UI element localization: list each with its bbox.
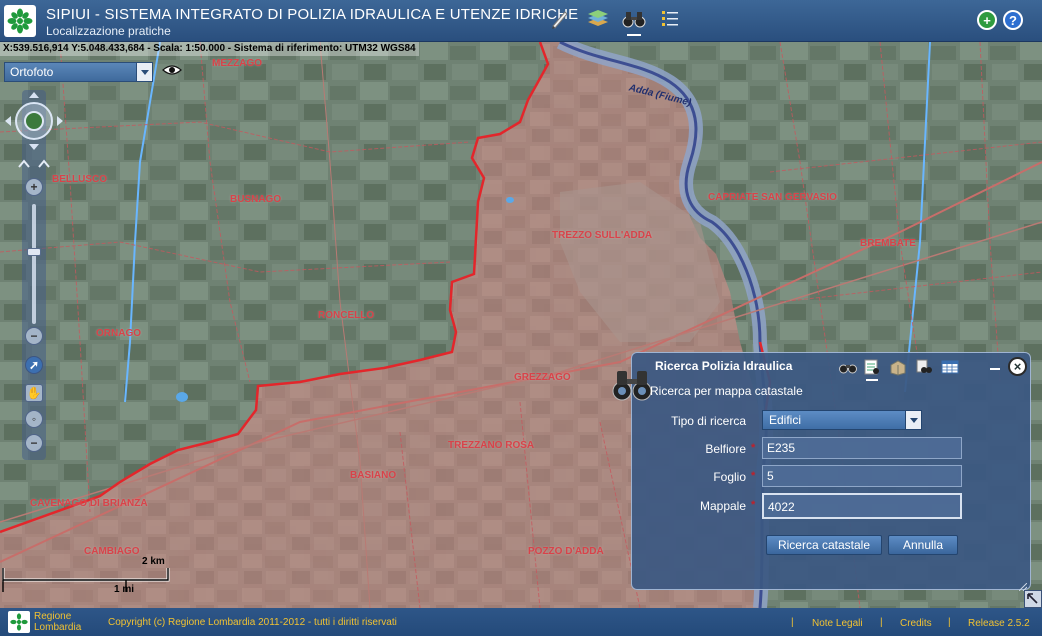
place-label: GREZZAGO [514, 372, 571, 383]
place-label: RONCELLO [318, 310, 375, 321]
zoom-in-icon[interactable]: + [25, 178, 43, 196]
panel-title: Ricerca Polizia Idraulica [655, 359, 793, 373]
zoom-box-icon[interactable]: ◦ [25, 410, 43, 428]
list-icon[interactable] [656, 5, 684, 33]
required-marker: * [751, 442, 756, 454]
mappale-field[interactable]: 4022 [762, 493, 962, 519]
footer-logo-text: Regione Lombardia [34, 611, 81, 633]
base-layer-select[interactable]: Ortofoto [4, 62, 153, 82]
tipo-ricerca-value: Edifici [769, 413, 802, 427]
navigate-arrow-icon[interactable]: ➚ [25, 356, 43, 374]
scale-label-mi: 1 mi [114, 584, 135, 595]
base-layer-value: Ortofoto [10, 65, 54, 79]
table-icon[interactable] [940, 357, 960, 377]
place-label: TREZZO SULL'ADDA [552, 230, 653, 241]
app-subtitle: Localizzazione pratiche [46, 24, 171, 38]
zoom-slider-thumb[interactable] [27, 248, 41, 256]
zoom-up-icon[interactable] [16, 156, 52, 168]
footer-separator: | [880, 617, 883, 628]
help-icon[interactable]: ? [1003, 10, 1023, 30]
scale-label-km: 2 km [142, 556, 165, 567]
required-marker: * [751, 499, 756, 511]
scale-bar: 2 km 1 mi [2, 556, 172, 598]
search-panel: Ricerca Polizia Idraulica × Ricerca per … [612, 352, 1031, 592]
layers-icon[interactable] [584, 5, 612, 33]
credits-link[interactable]: Credits [900, 618, 932, 629]
tipo-label: Tipo di ricerca [671, 414, 746, 428]
binoculars-tool-icon[interactable] [838, 357, 858, 377]
regione-lombardia-logo-icon [8, 611, 30, 633]
place-label: BREMBATE [860, 238, 916, 249]
foglio-label: Foglio [713, 470, 746, 484]
tipo-ricerca-select[interactable]: Edifici [762, 410, 922, 430]
place-label: CAVENAGO DI BRIANZA [30, 498, 148, 509]
place-label: TREZZANO ROSA [448, 440, 535, 451]
zoom-out-icon[interactable]: − [25, 327, 43, 345]
place-label: ORNAGO [96, 328, 141, 339]
place-label: MEZZAGO [212, 58, 262, 69]
building-icon[interactable] [888, 357, 908, 377]
minimize-icon[interactable] [988, 359, 1002, 371]
chevron-down-icon [136, 63, 152, 81]
belfiore-field[interactable]: E235 [762, 437, 962, 459]
zoom-slider-track[interactable] [32, 204, 36, 324]
required-marker: * [751, 470, 756, 482]
footer-logo-line2: Lombardia [34, 622, 82, 633]
binoculars-icon [610, 367, 654, 403]
app-title: SIPIUI - SISTEMA INTEGRATO DI POLIZIA ID… [46, 6, 579, 23]
footer: Regione Lombardia Copyright (c) Regione … [0, 608, 1042, 636]
chevron-down-icon [905, 411, 921, 429]
draw-pencil-icon[interactable] [546, 5, 574, 33]
footer-separator: | [948, 617, 951, 628]
close-icon[interactable]: × [1008, 357, 1027, 376]
footer-separator: | [791, 617, 794, 628]
resize-handle-icon[interactable] [1018, 578, 1028, 592]
app-header: SIPIUI - SISTEMA INTEGRATO DI POLIZIA ID… [0, 0, 1042, 42]
place-label: CAMBIAGO [84, 546, 140, 557]
place-label: BASIANO [350, 470, 397, 481]
expand-corner-icon[interactable] [1024, 590, 1042, 608]
place-label: BELLUSCO [52, 174, 107, 185]
annulla-button[interactable]: Annulla [888, 535, 958, 555]
zoom-extent-icon[interactable]: − [25, 434, 43, 452]
coordinates-readout: X:539.516,914 Y:5.048.433,684 - Scala: 1… [0, 42, 419, 56]
lombardia-logo-icon [4, 5, 36, 37]
address-search-icon[interactable] [914, 357, 934, 377]
foglio-field[interactable]: 5 [762, 465, 962, 487]
note-legali-link[interactable]: Note Legali [812, 618, 863, 629]
place-label: BUSNAGO [230, 194, 282, 205]
pan-hand-icon[interactable]: ✋ [25, 384, 43, 402]
panel-subtitle: Ricerca per mappa catastale [650, 384, 803, 398]
add-plus-icon[interactable]: + [977, 10, 997, 30]
pan-compass-icon[interactable] [3, 90, 65, 152]
footer-logo-line1: Regione [34, 611, 72, 622]
copyright-text: Copyright (c) Regione Lombardia 2011-201… [108, 617, 397, 628]
ricerca-catastale-button[interactable]: Ricerca catastale [766, 535, 882, 555]
binoculars-search-icon[interactable] [620, 5, 648, 36]
place-label: POZZO D'ADDA [528, 546, 604, 557]
mappale-label: Mappale [699, 499, 746, 513]
visibility-eye-icon[interactable] [162, 62, 182, 78]
release-link[interactable]: Release 2.5.2 [968, 618, 1030, 629]
place-label: CAPRIATE SAN GERVASIO [708, 192, 837, 203]
belfiore-label: Belfiore [705, 442, 746, 456]
cadastral-map-icon[interactable] [862, 357, 882, 381]
